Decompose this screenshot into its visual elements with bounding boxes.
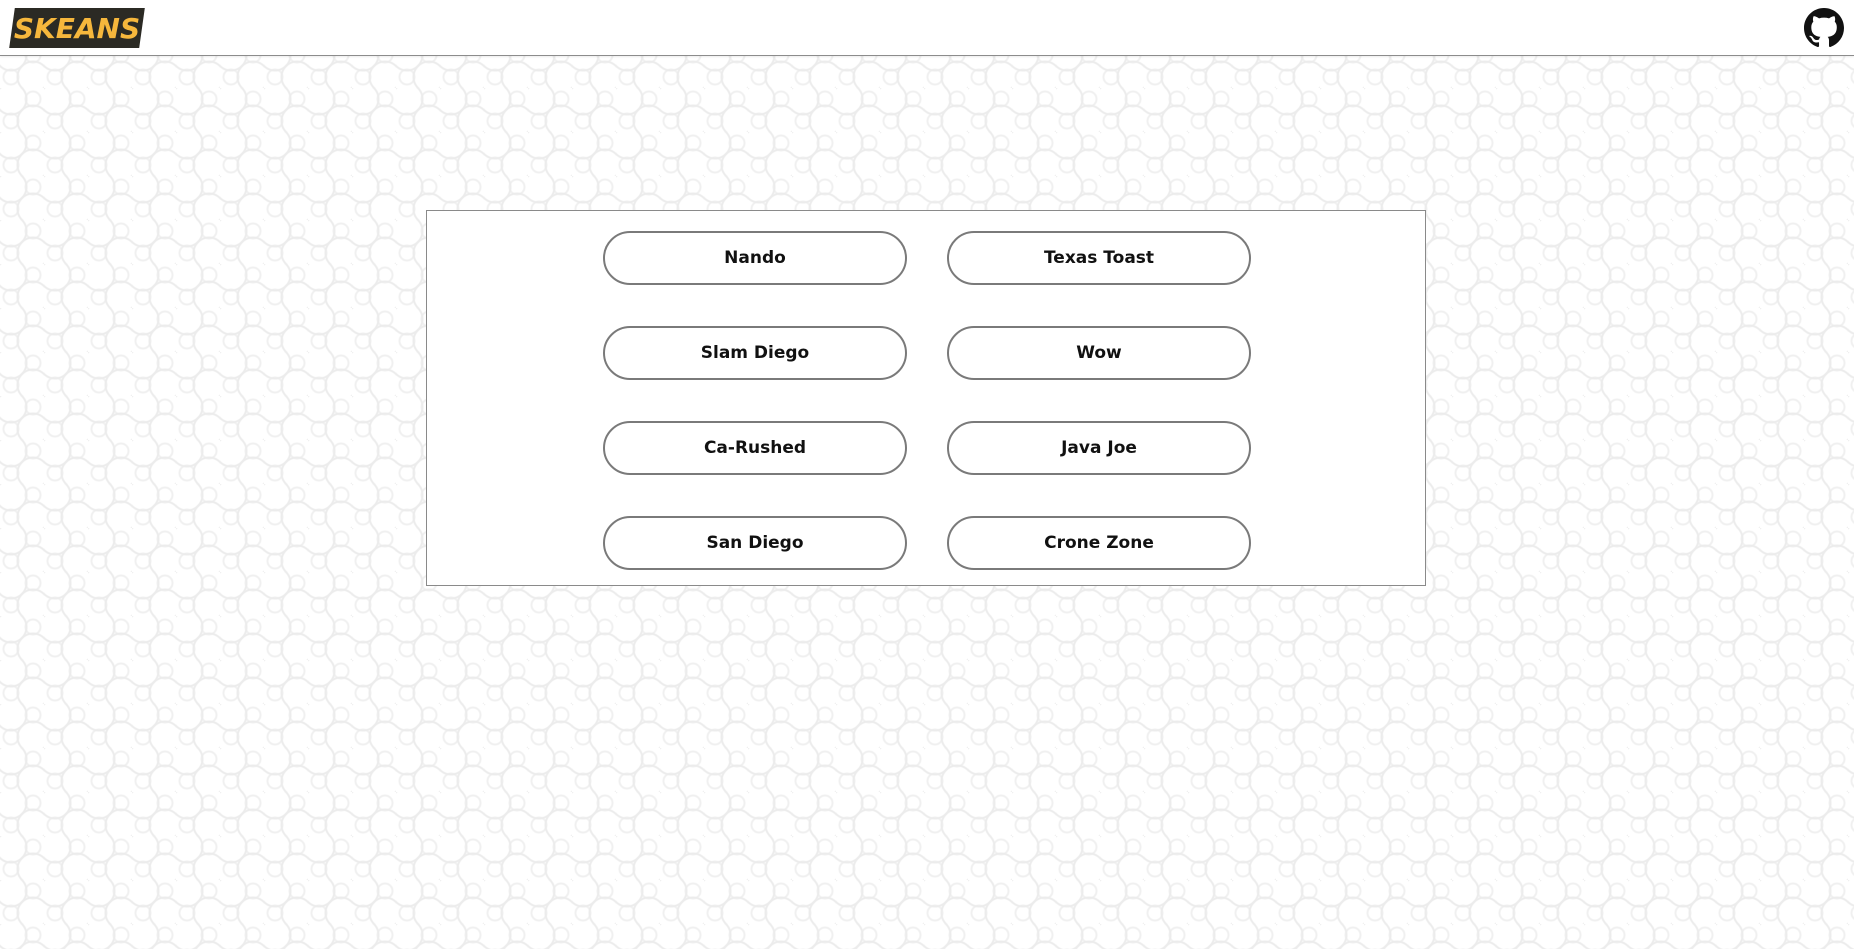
- skeans-logo[interactable]: SKEANS: [9, 8, 145, 48]
- team-button-java-joe[interactable]: Java Joe: [947, 421, 1251, 475]
- team-button-nando[interactable]: Nando: [603, 231, 907, 285]
- team-selection-panel: Nando Texas Toast Slam Diego Wow Ca-Rush…: [426, 210, 1426, 586]
- team-button-san-diego[interactable]: San Diego: [603, 516, 907, 570]
- github-icon[interactable]: [1804, 8, 1844, 48]
- team-button-texas-toast[interactable]: Texas Toast: [947, 231, 1251, 285]
- team-button-grid: Nando Texas Toast Slam Diego Wow Ca-Rush…: [603, 231, 1253, 570]
- team-button-ca-rushed[interactable]: Ca-Rushed: [603, 421, 907, 475]
- logo-text: SKEANS: [13, 11, 141, 45]
- team-button-crone-zone[interactable]: Crone Zone: [947, 516, 1251, 570]
- team-button-slam-diego[interactable]: Slam Diego: [603, 326, 907, 380]
- team-button-wow[interactable]: Wow: [947, 326, 1251, 380]
- top-header: SKEANS: [0, 0, 1854, 56]
